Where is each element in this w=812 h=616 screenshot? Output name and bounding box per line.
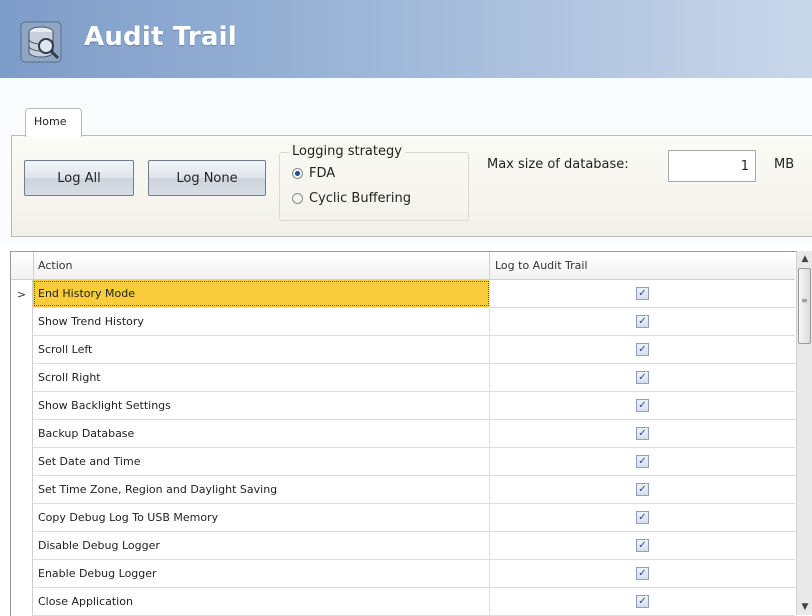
action-cell[interactable]: Set Time Zone, Region and Daylight Savin… <box>33 476 490 503</box>
table-row[interactable]: Show Backlight Settings ✓ <box>11 392 795 420</box>
log-all-button[interactable]: Log All <box>24 160 134 196</box>
row-header[interactable] <box>11 560 33 588</box>
current-row-marker-icon[interactable]: > <box>11 280 33 308</box>
log-to-audit-trail-checkbox[interactable]: ✓ <box>636 315 649 328</box>
row-header[interactable] <box>11 504 33 532</box>
row-header[interactable] <box>11 336 33 364</box>
log-to-audit-trail-checkbox[interactable]: ✓ <box>636 343 649 356</box>
table-row[interactable]: Disable Debug Logger ✓ <box>11 532 795 560</box>
logging-strategy-legend: Logging strategy <box>289 144 405 159</box>
column-header-log-to-audit-trail[interactable]: Log to Audit Trail <box>490 252 795 279</box>
grid-header: Action Log to Audit Trail <box>11 252 795 280</box>
log-checkbox-cell: ✓ <box>490 364 795 391</box>
log-checkbox-cell: ✓ <box>490 392 795 419</box>
log-to-audit-trail-checkbox[interactable]: ✓ <box>636 595 649 608</box>
action-cell[interactable]: Backup Database <box>33 420 490 447</box>
row-header[interactable] <box>11 308 33 336</box>
radio-fda-indicator[interactable] <box>292 168 303 179</box>
max-size-label: Max size of database: <box>487 157 629 172</box>
log-checkbox-cell: ✓ <box>490 588 795 615</box>
log-to-audit-trail-checkbox[interactable]: ✓ <box>636 483 649 496</box>
table-row[interactable]: Scroll Left ✓ <box>11 336 795 364</box>
table-row[interactable]: Show Trend History ✓ <box>11 308 795 336</box>
table-row[interactable]: Backup Database ✓ <box>11 420 795 448</box>
log-to-audit-trail-checkbox[interactable]: ✓ <box>636 427 649 440</box>
row-header[interactable] <box>11 476 33 504</box>
column-header-action[interactable]: Action <box>33 252 490 279</box>
log-checkbox-cell: ✓ <box>490 448 795 475</box>
action-cell[interactable]: Set Date and Time <box>33 448 490 475</box>
row-header[interactable] <box>11 420 33 448</box>
log-checkbox-cell: ✓ <box>490 280 795 307</box>
row-header[interactable] <box>11 448 33 476</box>
title-bar: Audit Trail <box>0 0 812 78</box>
radio-fda-label: FDA <box>309 166 336 181</box>
log-checkbox-cell: ✓ <box>490 532 795 559</box>
table-row[interactable]: Close Application ✓ <box>11 588 795 616</box>
vertical-scrollbar[interactable]: ▲ ≡ ▼ <box>796 251 812 615</box>
table-row[interactable]: Scroll Right ✓ <box>11 364 795 392</box>
log-to-audit-trail-checkbox[interactable]: ✓ <box>636 371 649 384</box>
log-to-audit-trail-checkbox[interactable]: ✓ <box>636 399 649 412</box>
row-header[interactable] <box>11 588 33 616</box>
action-cell[interactable]: Show Backlight Settings <box>33 392 490 419</box>
log-to-audit-trail-checkbox[interactable]: ✓ <box>636 539 649 552</box>
log-to-audit-trail-checkbox[interactable]: ✓ <box>636 455 649 468</box>
page-title: Audit Trail <box>84 22 237 52</box>
action-cell[interactable]: Scroll Left <box>33 336 490 363</box>
log-checkbox-cell: ✓ <box>490 420 795 447</box>
row-header[interactable] <box>11 392 33 420</box>
scroll-up-icon[interactable]: ▲ <box>797 251 812 267</box>
log-none-button[interactable]: Log None <box>148 160 266 196</box>
action-cell[interactable]: Scroll Right <box>33 364 490 391</box>
action-cell[interactable]: Close Application <box>33 588 490 615</box>
log-checkbox-cell: ✓ <box>490 560 795 587</box>
tab-home-label: Home <box>34 115 67 128</box>
row-header[interactable] <box>11 532 33 560</box>
row-header[interactable] <box>11 364 33 392</box>
table-row[interactable]: Set Time Zone, Region and Daylight Savin… <box>11 476 795 504</box>
database-icon <box>20 21 62 63</box>
log-checkbox-cell: ✓ <box>490 476 795 503</box>
action-cell[interactable]: Show Trend History <box>33 308 490 335</box>
action-cell[interactable]: Disable Debug Logger <box>33 532 490 559</box>
log-checkbox-cell: ✓ <box>490 308 795 335</box>
radio-cyclic-label: Cyclic Buffering <box>309 191 411 206</box>
table-row[interactable]: Enable Debug Logger ✓ <box>11 560 795 588</box>
radio-cyclic-indicator[interactable] <box>292 193 303 204</box>
row-header-corner <box>11 252 34 279</box>
radio-fda[interactable]: FDA <box>292 166 335 181</box>
log-checkbox-cell: ✓ <box>490 504 795 531</box>
logging-strategy-group <box>279 152 469 221</box>
action-cell[interactable]: Enable Debug Logger <box>33 560 490 587</box>
scroll-down-icon[interactable]: ▼ <box>797 599 812 615</box>
action-cell[interactable]: Copy Debug Log To USB Memory <box>33 504 490 531</box>
audit-action-grid: Action Log to Audit Trail > End History M… <box>10 251 812 616</box>
grip-icon: ≡ <box>801 296 808 305</box>
log-to-audit-trail-checkbox[interactable]: ✓ <box>636 567 649 580</box>
radio-cyclic-buffering[interactable]: Cyclic Buffering <box>292 191 411 206</box>
log-to-audit-trail-checkbox[interactable]: ✓ <box>636 511 649 524</box>
max-size-input[interactable] <box>668 150 756 182</box>
table-row[interactable]: Copy Debug Log To USB Memory ✓ <box>11 504 795 532</box>
action-cell[interactable]: End History Mode <box>33 280 490 307</box>
scroll-thumb[interactable]: ≡ <box>798 268 811 344</box>
tab-home[interactable]: Home <box>25 108 82 137</box>
log-checkbox-cell: ✓ <box>490 336 795 363</box>
table-row[interactable]: Set Date and Time ✓ <box>11 448 795 476</box>
max-size-unit: MB <box>774 157 795 172</box>
log-to-audit-trail-checkbox[interactable]: ✓ <box>636 287 649 300</box>
table-row[interactable]: > End History Mode ✓ <box>11 280 795 308</box>
